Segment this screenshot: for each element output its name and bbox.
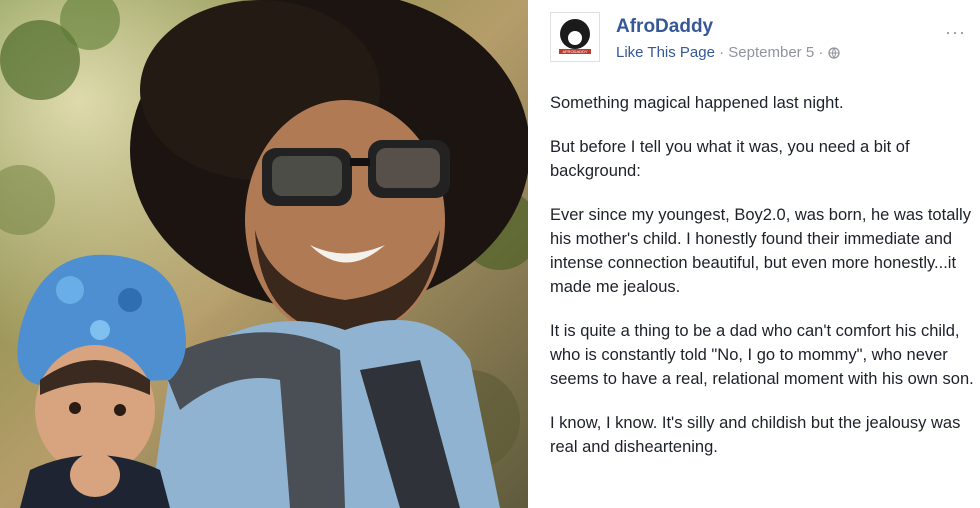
post-panel: AFRODADDY AfroDaddy Like This Page · Sep…	[528, 0, 980, 508]
post-paragraph: I know, I know. It's silly and childish …	[550, 414, 961, 456]
globe-icon	[827, 46, 840, 63]
more-options-icon[interactable]: ···	[945, 22, 966, 43]
meta-separator-2: ·	[814, 44, 828, 61]
post-paragraph: Ever since my youngest, Boy2.0, was born…	[550, 206, 971, 296]
selfie-image	[0, 0, 528, 508]
afro-avatar-icon[interactable]: AFRODADDY	[550, 12, 600, 62]
post-header: AFRODADDY AfroDaddy Like This Page · Sep…	[550, 12, 972, 64]
post-meta: Like This Page · September 5 ·	[616, 44, 840, 63]
post-paragraph: Something magical happened last night.	[550, 94, 844, 112]
post-date[interactable]: September 5	[728, 44, 814, 61]
post-photo[interactable]	[0, 0, 528, 508]
post-body: Something magical happened last night. B…	[550, 91, 980, 479]
post-paragraph: It is quite a thing to be a dad who can'…	[550, 322, 974, 388]
like-page-link[interactable]: Like This Page	[616, 44, 715, 61]
avatar-wordmark: AFRODADDY	[562, 49, 587, 54]
post-paragraph: But before I tell you what it was, you n…	[550, 138, 910, 180]
meta-separator: ·	[714, 44, 729, 61]
page-name-link[interactable]: AfroDaddy	[616, 16, 713, 38]
